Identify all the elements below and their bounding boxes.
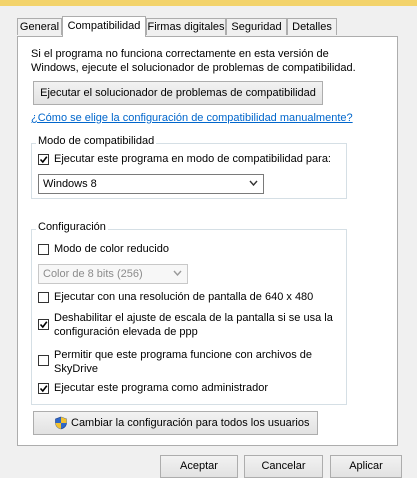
chevron-down-icon	[249, 180, 258, 186]
manual-settings-link[interactable]: ¿Cómo se elige la configuración de compa…	[31, 112, 353, 124]
check-icon	[39, 321, 48, 329]
os-version-select[interactable]: Windows 8	[38, 174, 264, 194]
reduced-color-label: Modo de color reducido	[54, 243, 169, 255]
uac-shield-icon	[55, 416, 67, 430]
run-as-admin-label: Ejecutar este programa como administrado…	[54, 382, 268, 394]
tab-firmas-digitales[interactable]: Firmas digitales	[146, 18, 226, 35]
tab-general[interactable]: General	[17, 18, 62, 35]
tab-compatibilidad[interactable]: Compatibilidad	[62, 16, 146, 37]
tab-detalles[interactable]: Detalles	[287, 18, 337, 35]
chevron-down-icon	[173, 270, 182, 276]
reduced-color-checkbox[interactable]	[38, 244, 49, 255]
compat-mode-checkbox[interactable]	[38, 154, 49, 165]
skydrive-label-line-2: SkyDrive	[54, 363, 99, 375]
resolution-label: Ejecutar con una resolución de pantalla …	[54, 291, 314, 303]
skydrive-checkbox[interactable]	[38, 355, 49, 366]
compat-mode-title: Modo de compatibilidad	[36, 135, 157, 147]
cancel-button[interactable]: Cancelar	[244, 455, 323, 478]
compat-mode-label: Ejecutar este programa en modo de compat…	[54, 153, 331, 165]
change-all-users-button[interactable]: Cambiar la configuración para todos los …	[33, 411, 318, 435]
compatibility-panel: Si el programa no funciona correctamente…	[17, 36, 398, 446]
skydrive-label-line-1: Permitir que este programa funcione con …	[54, 349, 313, 361]
window-top-strip	[0, 0, 417, 6]
intro-line-1: Si el programa no funciona correctamente…	[31, 48, 329, 60]
resolution-checkbox[interactable]	[38, 292, 49, 303]
disable-scaling-label-line-1: Deshabilitar el ajuste de escala de la p…	[54, 312, 333, 324]
check-icon	[39, 385, 48, 393]
settings-title: Configuración	[36, 221, 108, 233]
color-depth-select[interactable]: Color de 8 bits (256)	[38, 264, 188, 284]
run-troubleshooter-button[interactable]: Ejecutar el solucionador de problemas de…	[33, 81, 323, 105]
accept-button[interactable]: Aceptar	[160, 455, 238, 478]
tab-seguridad[interactable]: Seguridad	[226, 18, 287, 35]
run-as-admin-checkbox[interactable]	[38, 383, 49, 394]
check-icon	[39, 156, 48, 164]
disable-scaling-label-line-2: configuración elevada de ppp	[54, 326, 198, 338]
apply-button[interactable]: Aplicar	[330, 455, 402, 478]
disable-scaling-checkbox[interactable]	[38, 319, 49, 330]
settings-group: Configuración Modo de color reducido Col…	[31, 221, 347, 405]
intro-line-2: Windows, ejecute el solucionador de prob…	[31, 62, 356, 74]
compat-mode-group: Modo de compatibilidad Ejecutar este pro…	[31, 135, 347, 199]
